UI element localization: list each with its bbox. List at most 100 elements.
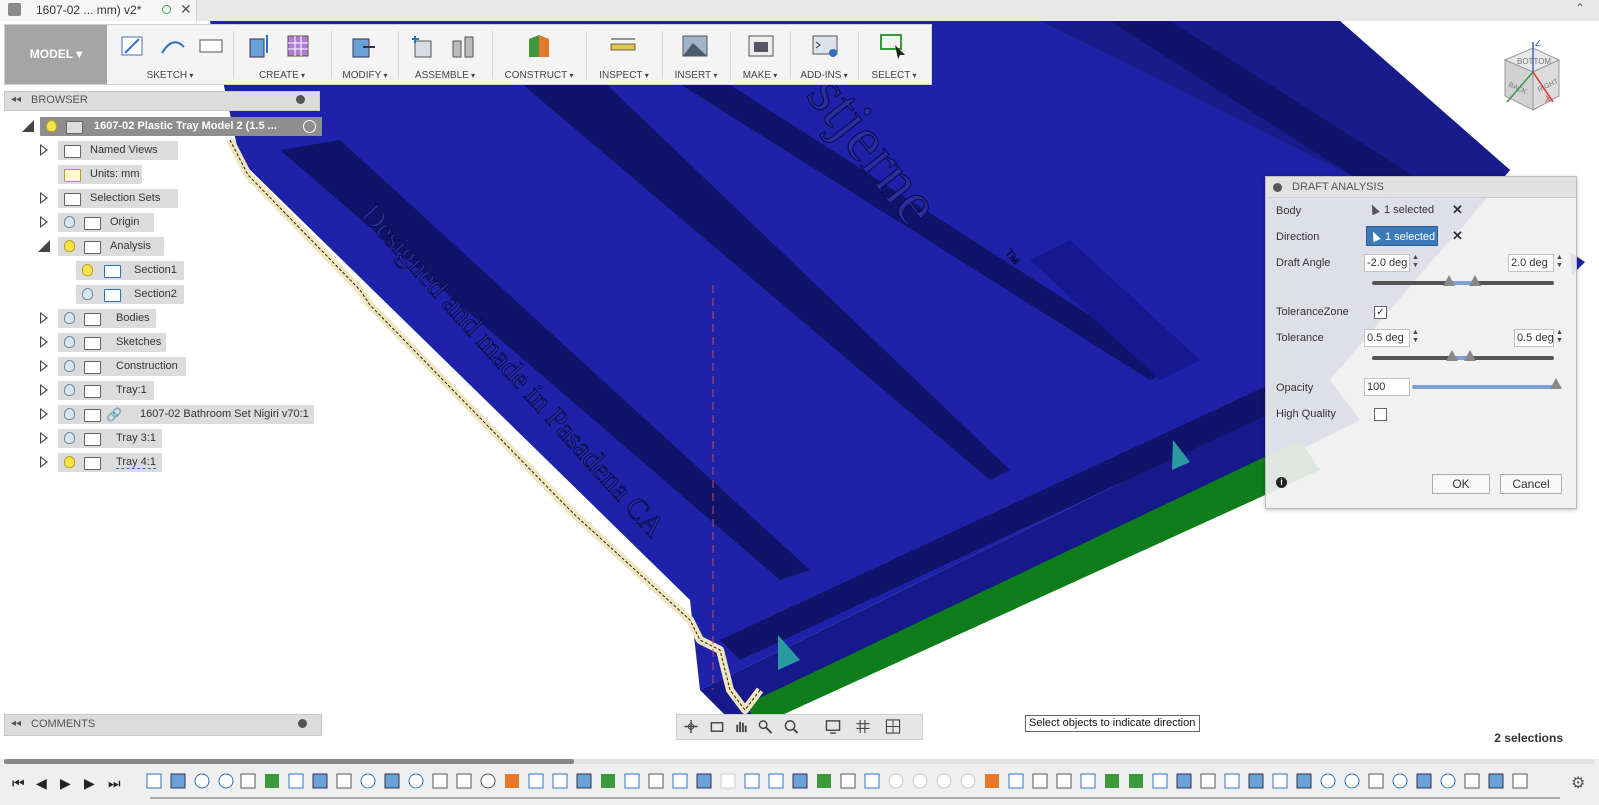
expand-icon[interactable] (40, 408, 48, 420)
fit-icon[interactable] (783, 719, 799, 734)
step-forward-icon[interactable]: ▶ (84, 775, 95, 792)
play-icon[interactable]: ▶ (60, 775, 71, 792)
draft-angle-min-input[interactable]: -2.0 deg (1364, 254, 1410, 272)
browser-header[interactable]: ◂◂ BROWSER (4, 91, 320, 111)
browser-item-analysis[interactable]: Analysis (38, 237, 318, 257)
tolerance-min-thumb[interactable] (1446, 350, 1458, 361)
visibility-bulb-icon[interactable] (64, 312, 75, 324)
tray4-node[interactable]: Tray 4:1 (58, 453, 162, 472)
browser-item-bodies[interactable]: Bodies (38, 309, 318, 329)
zoom-icon[interactable] (757, 719, 773, 734)
look-at-icon[interactable] (709, 719, 725, 734)
toolbar-group-create[interactable]: CREATE (237, 25, 327, 84)
visibility-bulb-icon[interactable] (46, 120, 57, 132)
visibility-bulb-icon[interactable] (82, 264, 93, 276)
opacity-thumb[interactable] (1550, 378, 1562, 389)
toolbar-group-inspect[interactable]: INSPECT (589, 25, 659, 84)
timeline-features[interactable] (145, 771, 1565, 793)
viewports-icon[interactable] (885, 719, 901, 734)
tolerance-max-input[interactable]: 0.5 deg (1514, 329, 1554, 347)
toolbar-group-sketch[interactable]: SKETCH (111, 25, 229, 84)
expand-icon[interactable] (40, 144, 48, 156)
browser-item-selection-sets[interactable]: Selection Sets (38, 189, 318, 209)
draft-angle-min-thumb[interactable] (1443, 275, 1455, 286)
chevron-up-icon[interactable]: ⌃ (1575, 1, 1585, 15)
browser-item-tray1[interactable]: Tray:1 (38, 381, 318, 401)
draft-angle-min-spinner[interactable]: ▲ ▼ (1412, 254, 1419, 270)
collapse-panel-icon[interactable]: ◂◂ (11, 94, 21, 105)
browser-item-construction[interactable]: Construction (38, 357, 318, 377)
tolerance-max-thumb[interactable] (1464, 350, 1476, 361)
browser-item-sketches[interactable]: Sketches (38, 333, 318, 353)
clear-direction-selection-icon[interactable]: ✕ (1452, 228, 1463, 244)
browser-item-bathroom-set[interactable]: 🔗 1607-02 Bathroom Set Nigiri v70:1 (38, 405, 318, 425)
add-comment-icon[interactable] (298, 719, 307, 728)
cancel-button[interactable]: Cancel (1500, 474, 1562, 494)
go-to-end-icon[interactable]: ⏭ (108, 775, 121, 792)
expand-icon[interactable] (40, 360, 48, 372)
display-settings-icon[interactable] (825, 719, 841, 734)
visibility-bulb-icon[interactable] (64, 384, 75, 396)
bathroom-set-node[interactable]: 🔗 1607-02 Bathroom Set Nigiri v70:1 (58, 405, 314, 424)
toolbar-group-modify[interactable]: MODIFY (335, 25, 395, 84)
collapse-icon[interactable] (38, 240, 50, 252)
draft-angle-max-input[interactable]: 2.0 deg (1508, 254, 1554, 272)
visibility-bulb-icon[interactable] (64, 336, 75, 348)
visibility-bulb-icon[interactable] (64, 456, 75, 468)
tolerance-zone-checkbox[interactable]: ✓ (1374, 306, 1387, 319)
toolbar-group-make[interactable]: MAKE (733, 25, 787, 84)
activate-radio-icon[interactable] (303, 120, 316, 133)
timeline-settings-gear-icon[interactable]: ⚙ (1571, 773, 1585, 793)
clear-body-selection-icon[interactable]: ✕ (1452, 202, 1463, 218)
opacity-slider[interactable] (1412, 385, 1556, 389)
toolbar-group-insert[interactable]: INSERT (665, 25, 727, 84)
minimize-icon[interactable] (296, 95, 305, 104)
expand-icon[interactable] (40, 336, 48, 348)
toolbar-group-addins[interactable]: ADD-INS (793, 25, 855, 84)
workspace-switcher[interactable]: MODEL ▾ (5, 25, 107, 84)
tolerance-min-input[interactable]: 0.5 deg (1364, 329, 1410, 347)
minimize-icon[interactable] (1273, 183, 1282, 192)
grid-settings-icon[interactable] (855, 719, 871, 734)
scrollbar-thumb[interactable] (4, 759, 574, 764)
browser-item-tray3[interactable]: Tray 3:1 (38, 429, 318, 449)
units-node[interactable]: Units: mm (58, 165, 142, 184)
analysis-node[interactable]: Analysis (58, 237, 164, 256)
comments-panel[interactable]: ◂◂ COMMENTS (4, 714, 322, 736)
expand-icon[interactable] (40, 456, 48, 468)
section2-node[interactable]: Section2 (76, 285, 184, 304)
body-selector[interactable]: 1 selected (1366, 200, 1438, 220)
expand-icon[interactable] (22, 120, 34, 132)
toolbar-group-construct[interactable]: CONSTRUCT (495, 25, 583, 84)
go-to-start-icon[interactable]: ⏮ (12, 775, 25, 792)
expand-icon[interactable] (40, 192, 48, 204)
tolerance-min-spinner[interactable]: ▲ ▼ (1412, 329, 1419, 345)
browser-item-tray4[interactable]: Tray 4:1 (38, 453, 318, 473)
tray3-node[interactable]: Tray 3:1 (58, 429, 162, 448)
visibility-bulb-icon[interactable] (64, 432, 75, 444)
direction-selector[interactable]: 1 selected (1366, 226, 1438, 246)
origin-node[interactable]: Origin (58, 213, 154, 232)
view-cube[interactable]: BOTTOM BACK RIGHT Z X (1493, 38, 1573, 120)
toolbar-group-select[interactable]: SELECT (861, 25, 927, 84)
toolbar-group-assemble[interactable]: ASSEMBLE (401, 25, 489, 84)
sketches-node[interactable]: Sketches (58, 333, 166, 352)
tray1-node[interactable]: Tray:1 (58, 381, 154, 400)
visibility-bulb-icon[interactable] (64, 240, 75, 252)
document-tab[interactable]: 1607-02 ... mm) v2* ✕ (0, 0, 197, 21)
selection-sets-node[interactable]: Selection Sets (58, 189, 178, 208)
pan-hand-icon[interactable] (733, 719, 749, 734)
browser-item-named-views[interactable]: Named Views (38, 141, 318, 161)
expand-icon[interactable] (40, 432, 48, 444)
browser-item-origin[interactable]: Origin (38, 213, 318, 233)
tolerance-max-spinner[interactable]: ▲ ▼ (1556, 329, 1563, 345)
section1-node[interactable]: Section1 (76, 261, 184, 280)
draft-angle-max-thumb[interactable] (1469, 275, 1481, 286)
root-node[interactable]: 1607-02 Plastic Tray Model 2 (1.5 ... (40, 117, 322, 136)
expand-icon[interactable] (40, 312, 48, 324)
draft-angle-max-spinner[interactable]: ▲ ▼ (1556, 254, 1563, 270)
visibility-bulb-icon[interactable] (64, 216, 75, 228)
dialog-header[interactable]: DRAFT ANALYSIS (1266, 177, 1576, 198)
expand-icon[interactable] (40, 384, 48, 396)
orbit-icon[interactable] (683, 719, 699, 734)
